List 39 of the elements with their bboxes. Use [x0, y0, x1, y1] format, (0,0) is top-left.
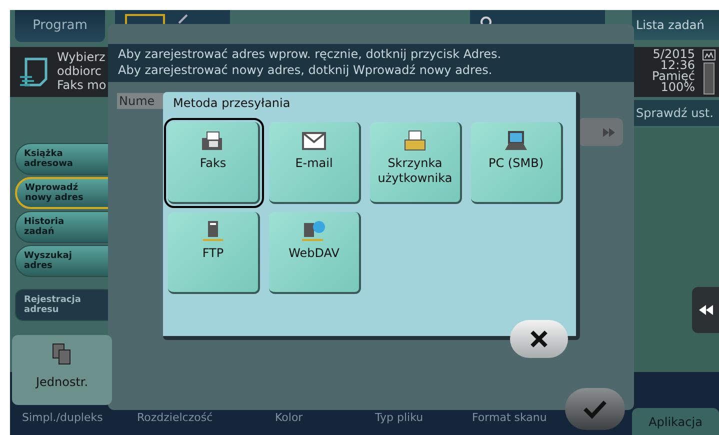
close-button[interactable]: [510, 320, 568, 358]
transfer-method-tile[interactable]: WebDAV: [269, 212, 361, 294]
check-settings-button[interactable]: Sprawdź ust.: [632, 100, 719, 126]
server-icon: [200, 220, 226, 242]
duplex-tile[interactable]: Jednostr.: [12, 335, 112, 405]
back-button[interactable]: [692, 287, 719, 333]
laptop-icon: [503, 130, 529, 152]
program-tab[interactable]: Program: [15, 10, 105, 42]
double-arrow-icon: [698, 305, 712, 315]
date-text: 5/2015: [652, 49, 695, 60]
bottom-tab[interactable]: Typ pliku: [375, 410, 472, 426]
tray-icon: [402, 130, 428, 152]
instruction-text: Wybierz: [57, 50, 106, 64]
forward-button[interactable]: [578, 118, 623, 146]
transfer-method-tile[interactable]: FTP: [168, 212, 260, 294]
checkmark-icon: [583, 399, 607, 419]
message-text: Aby zarejestrować adres wprow. ręcznie, dotknij przycisk Adres.: [118, 46, 502, 62]
server-globe-icon: [301, 220, 327, 242]
bottom-tab[interactable]: Format skanu: [472, 410, 562, 426]
ok-button[interactable]: [565, 388, 625, 430]
instruction-text: odbiorc: [57, 64, 103, 78]
close-icon: [530, 330, 548, 348]
time-text: 12:36: [660, 60, 695, 71]
bottom-tab[interactable]: Simpl./dupleks: [22, 410, 137, 426]
memory-label: Pamięć: [652, 71, 695, 82]
instruction-text: Faks mo: [57, 78, 106, 92]
envelope-icon: [301, 130, 327, 152]
message-text: Aby zarejestrować nowy adres, dotknij Wprowadź nowy adres.: [118, 62, 494, 78]
memory-value: 100%: [660, 82, 695, 93]
job-list-button[interactable]: Lista zadań: [632, 10, 719, 40]
bottom-tab[interactable]: Kolor: [275, 410, 375, 426]
double-arrow-icon: [603, 128, 615, 136]
pages-icon: [52, 343, 72, 365]
transfer-method-tile[interactable]: Skrzynka użytkownika: [370, 122, 462, 204]
transfer-method-tile[interactable]: E-mail: [269, 122, 361, 204]
pencil-icon: [177, 13, 189, 25]
transfer-method-tile[interactable]: PC (SMB): [471, 122, 563, 204]
bottom-tab[interactable]: Rozdzielczość: [137, 410, 275, 426]
toner-icon: [702, 49, 716, 95]
